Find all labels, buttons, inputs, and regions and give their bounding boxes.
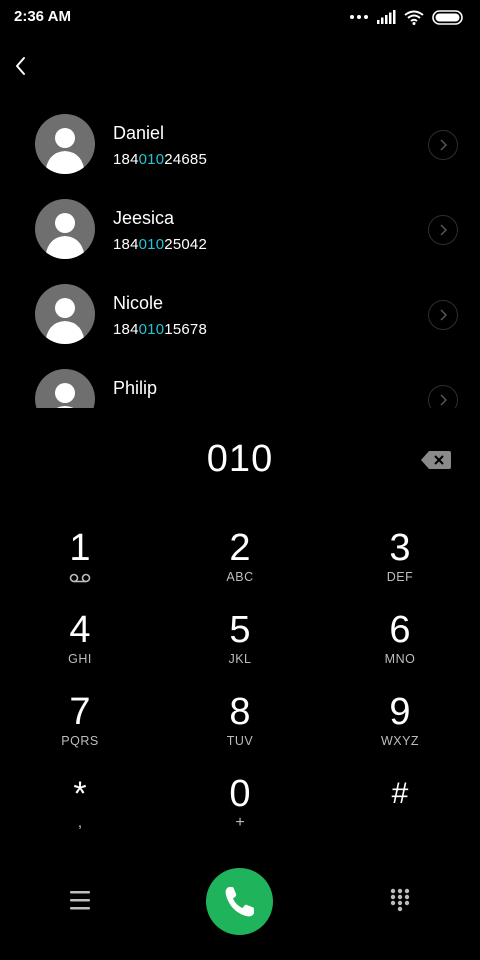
- contact-number: 18401025042: [113, 236, 207, 253]
- backspace-button[interactable]: [420, 448, 452, 472]
- key-hash[interactable]: #: [340, 774, 460, 854]
- back-icon: [16, 57, 25, 75]
- avatar: [35, 369, 95, 408]
- contact-row[interactable]: Nicole 18401015678: [0, 272, 480, 357]
- call-button[interactable]: [206, 868, 273, 935]
- person-placeholder-icon: [45, 298, 85, 344]
- keypad-grid-icon: [390, 888, 410, 912]
- key-1[interactable]: 1: [20, 528, 140, 608]
- key-3[interactable]: 3 DEF: [340, 528, 460, 608]
- avatar: [35, 114, 95, 174]
- dialed-number-display[interactable]: 010: [0, 438, 480, 481]
- contact-detail-button[interactable]: [428, 385, 458, 408]
- menu-button[interactable]: [62, 882, 98, 918]
- avatar: [35, 284, 95, 344]
- status-icons: [350, 9, 466, 25]
- chevron-right-icon: [440, 309, 448, 321]
- avatar: [35, 199, 95, 259]
- contact-detail-button[interactable]: [428, 130, 458, 160]
- contact-suggestions-list: Daniel 18401024685 Jeesica 18401025042 N…: [0, 102, 480, 408]
- voicemail-icon: [69, 573, 91, 583]
- phone-icon: [225, 887, 254, 917]
- contact-name: Daniel: [113, 123, 165, 143]
- key-star[interactable]: * ,: [20, 774, 140, 854]
- key-7[interactable]: 7 PQRS: [20, 692, 140, 772]
- contact-row[interactable]: Daniel 18401024685: [0, 102, 480, 187]
- contact-name: Philip: [113, 378, 158, 398]
- contact-row[interactable]: Philip: [0, 357, 480, 408]
- contact-number: 18401015678: [113, 321, 207, 338]
- more-dots-icon: [350, 15, 368, 19]
- person-placeholder-icon: [45, 128, 85, 174]
- keypad-toggle-button[interactable]: [382, 882, 418, 918]
- key-5[interactable]: 5 JKL: [180, 610, 300, 690]
- contact-name: Jeesica: [113, 208, 175, 228]
- contact-detail-button[interactable]: [428, 300, 458, 330]
- chevron-right-icon: [440, 139, 448, 151]
- chevron-right-icon: [440, 394, 448, 406]
- key-8[interactable]: 8 TUV: [180, 692, 300, 772]
- contact-detail-button[interactable]: [428, 215, 458, 245]
- person-placeholder-icon: [55, 383, 75, 408]
- key-6[interactable]: 6 MNO: [340, 610, 460, 690]
- key-0[interactable]: 0 +: [180, 774, 300, 854]
- status-time: 2:36 AM: [14, 8, 71, 25]
- key-9[interactable]: 9 WXYZ: [340, 692, 460, 772]
- key-2[interactable]: 2 ABC: [180, 528, 300, 608]
- contact-name: Nicole: [113, 293, 164, 313]
- person-placeholder-icon: [45, 213, 85, 259]
- signal-icon: [377, 10, 396, 24]
- menu-icon: [70, 891, 90, 910]
- backspace-icon: [421, 451, 451, 469]
- status-bar: 2:36 AM: [0, 0, 480, 34]
- wifi-icon: [404, 10, 424, 25]
- chevron-right-icon: [440, 224, 448, 236]
- battery-icon: [432, 9, 463, 25]
- key-4[interactable]: 4 GHI: [20, 610, 140, 690]
- contact-row[interactable]: Jeesica 18401025042: [0, 187, 480, 272]
- back-button[interactable]: [8, 52, 36, 80]
- contact-number: 18401024685: [113, 151, 207, 168]
